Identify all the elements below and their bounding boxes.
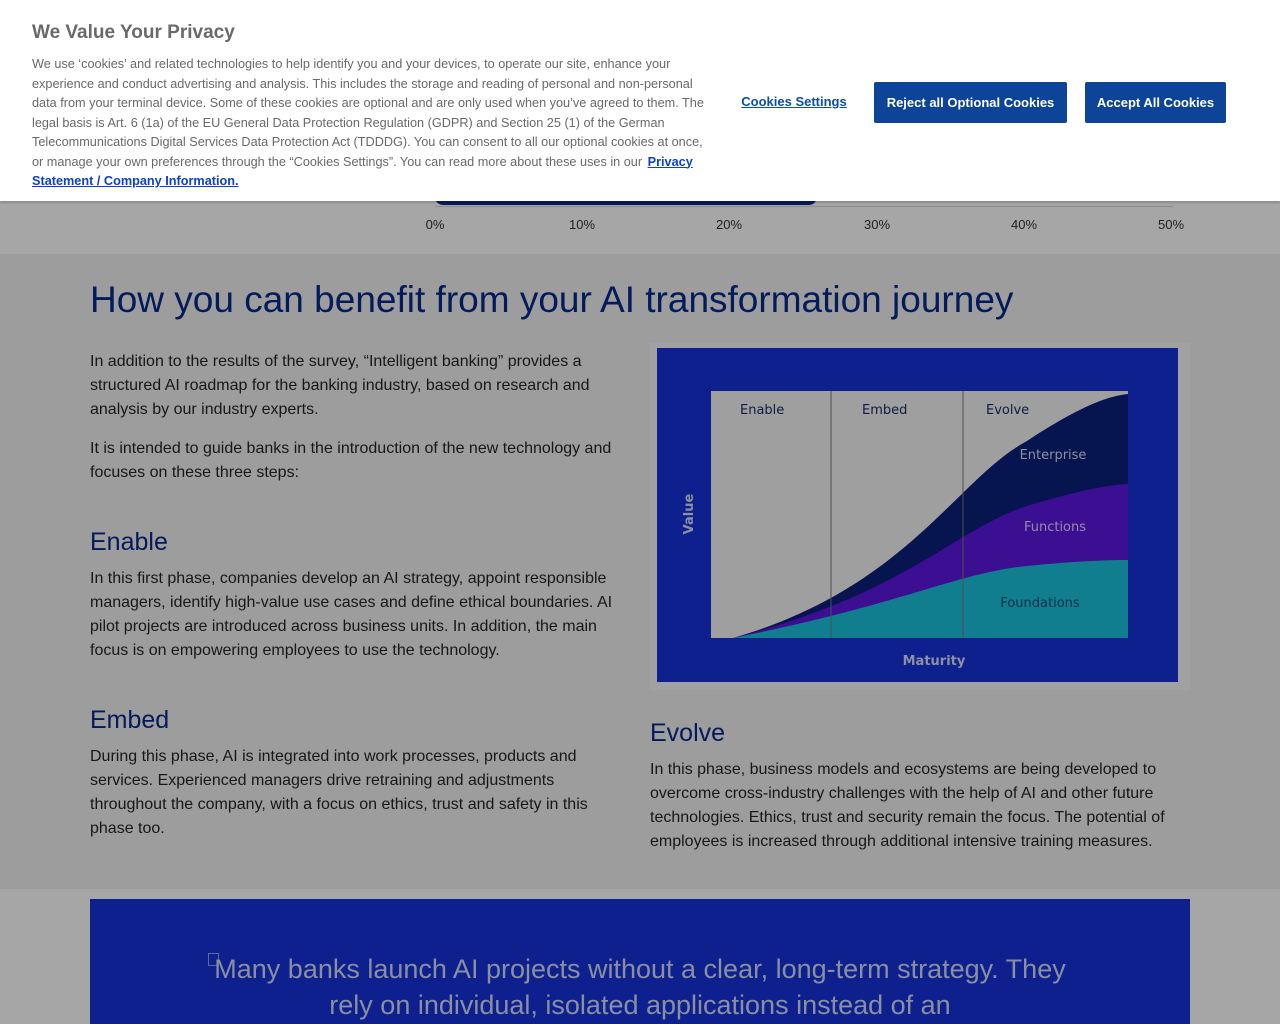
cookie-banner-description: We use ‘cookies’ and related technologie… bbox=[32, 55, 704, 192]
cookie-banner-title: We Value Your Privacy bbox=[32, 22, 235, 43]
cookie-description-text: We use ‘cookies’ and related technologie… bbox=[32, 57, 704, 169]
reject-optional-cookies-button[interactable]: Reject all Optional Cookies bbox=[874, 82, 1067, 123]
cookies-settings-button[interactable]: Cookies Settings bbox=[736, 92, 852, 112]
cookie-consent-banner: We Value Your Privacy We use ‘cookies’ a… bbox=[0, 0, 1280, 201]
accept-all-cookies-button[interactable]: Accept All Cookies bbox=[1085, 82, 1226, 123]
